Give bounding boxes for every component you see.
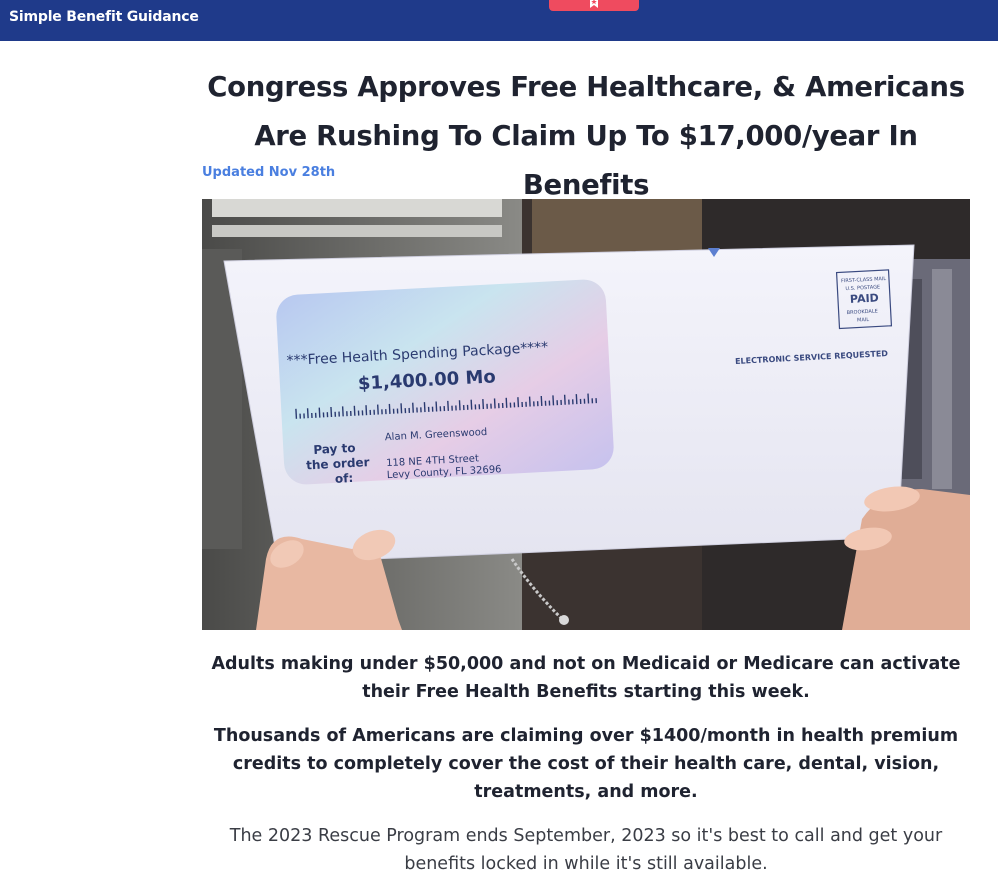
barcode-bar [533,401,535,407]
barcode-bar [439,406,442,412]
barcode-bar [595,398,598,404]
svg-text:of:: of: [335,471,354,486]
barcode-bar [322,412,325,418]
barcode-bar [560,399,562,405]
barcode-bar [326,412,329,418]
barcode-bar [299,413,302,419]
barcode-bar [314,412,317,418]
barcode-bar [338,411,340,417]
barcode-bar [420,407,422,413]
star-flag-icon [590,0,598,8]
article-paragraph-2: Thousands of Americans are claiming over… [213,726,959,802]
hero-envelope-photo: ***Free Health Spending Package**** $1,4… [202,199,970,630]
barcode-bar [474,404,477,410]
barcode-bar [583,398,586,404]
barcode-bar [513,402,516,408]
barcode-bar [408,407,411,413]
barcode-bar [548,400,551,406]
updated-date: Updated Nov 28th [202,165,336,180]
barcode-bar [443,406,446,412]
barcode-bar [392,408,395,414]
barcode-bar [501,402,504,409]
barcode-bar [369,409,372,415]
article-paragraph-3: The 2023 Rescue Program ends September, … [229,826,943,874]
barcode-bar [451,405,453,411]
barcode-bar [334,411,337,417]
barcode-bar [486,403,488,409]
barcode-bar [455,405,457,411]
barcode-bar [466,404,469,410]
barcode-bar [497,403,500,409]
site-brand-logo[interactable]: Simple Benefit Guidance [9,9,199,25]
top-navigation-bar: Simple Benefit Guidance [0,0,998,41]
article-paragraph-1: Adults making under $50,000 and not on M… [211,654,961,702]
barcode-bar [361,410,364,416]
barcode-bar [346,411,348,417]
barcode-bar [509,402,512,408]
hero-image[interactable]: ***Free Health Spending Package**** $1,4… [202,199,970,630]
barcode-bar [349,410,352,417]
barcode-bar [427,406,430,412]
postage-line-4: MAIL [857,317,870,324]
barcode-bar [431,406,434,412]
barcode-bar [385,409,387,415]
svg-text:Pay to: Pay to [313,441,356,457]
barcode-bar [579,398,582,404]
barcode-bar [568,399,570,405]
barcode-bar [462,405,465,411]
article-headline: Congress Approves Free Healthcare, & Ame… [207,71,965,201]
barcode-bar [357,410,360,416]
barcode-bar [478,404,481,410]
barcode-bar [311,412,313,419]
barcode-bar [556,400,559,406]
barcode-bar [404,408,407,414]
barcode-bar [521,401,524,408]
barcode-bar [303,413,305,419]
barcode-bar [490,403,492,409]
barcode-bar [373,409,376,415]
barcode-bar [571,399,574,405]
barcode-bar [396,408,399,414]
postage-paid-text: PAID [850,291,879,305]
flag-tab-button[interactable] [549,0,639,11]
barcode-bar [416,407,418,413]
barcode-bar [536,401,539,407]
barcode-bar [381,409,383,415]
barcode-bar [591,398,594,404]
barcode-bar [544,400,547,406]
barcode-bar [525,401,527,407]
